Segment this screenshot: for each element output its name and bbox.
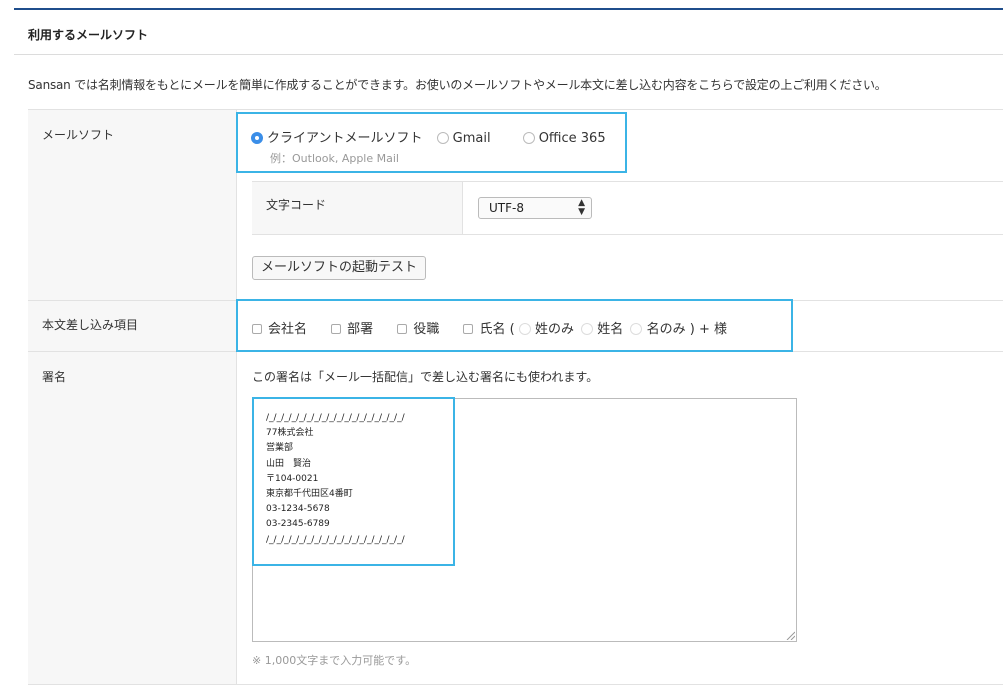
- select-arrows-icon: ▲ ▼: [578, 198, 585, 217]
- character-limit-note: ※ 1,000文字まで入力可能です。: [252, 654, 417, 667]
- merge-fields-label: 本文差し込み項目: [42, 318, 139, 332]
- checkbox-icon[interactable]: [331, 324, 342, 334]
- checkbox-company[interactable]: 会社名: [252, 322, 307, 337]
- charset-value: UTF-8: [489, 201, 524, 215]
- description-text: Sansan では名刺情報をもとにメールを簡単に作成することができます。お使いの…: [28, 78, 887, 92]
- mail-launch-test-button[interactable]: メールソフトの起動テスト: [252, 256, 427, 280]
- charset-table: 文字コード UTF-8 ▲ ▼: [252, 181, 1003, 235]
- resize-handle-icon[interactable]: [786, 631, 795, 640]
- radio-office365[interactable]: Office 365: [522, 131, 606, 146]
- signature-highlight: [252, 397, 455, 566]
- merge-fields-options: 会社名 部署 役職 氏名 ( 姓のみ 姓名 名のみ ) + 様: [252, 318, 727, 337]
- radio-gmail[interactable]: Gmail: [436, 131, 491, 146]
- radio-last-name-only[interactable]: 姓のみ: [518, 322, 574, 337]
- section-title: 利用するメールソフト: [28, 28, 149, 42]
- checkbox-icon[interactable]: [397, 324, 408, 334]
- radio-icon[interactable]: [522, 132, 535, 144]
- signature-note: この署名は「メール一括配信」で差し込む署名にも使われます。: [252, 370, 599, 384]
- radio-selected-icon[interactable]: [251, 132, 263, 144]
- mail-example-hint: 例：Outlook, Apple Mail: [270, 152, 399, 165]
- radio-icon[interactable]: [630, 323, 643, 335]
- top-rule: [14, 8, 1003, 10]
- paren-open: (: [509, 322, 515, 337]
- checkbox-title[interactable]: 役職: [397, 322, 439, 337]
- checkbox-icon[interactable]: [463, 324, 474, 334]
- label-column: [28, 110, 237, 684]
- signature-label: 署名: [42, 370, 67, 384]
- checkbox-name[interactable]: 氏名: [463, 322, 505, 337]
- radio-icon[interactable]: [436, 132, 449, 144]
- radio-full-name[interactable]: 姓名: [581, 322, 623, 337]
- divider: [14, 54, 1003, 55]
- honorific-suffix: ) + 様: [689, 322, 727, 337]
- mail-software-label: メールソフト: [42, 128, 115, 142]
- radio-icon[interactable]: [518, 323, 531, 335]
- radio-client-mail[interactable]: クライアントメールソフト: [251, 131, 422, 146]
- radio-first-name-only[interactable]: 名のみ: [630, 322, 686, 337]
- charset-label: 文字コード: [266, 198, 327, 212]
- checkbox-department[interactable]: 部署: [331, 322, 373, 337]
- charset-select[interactable]: UTF-8 ▲ ▼: [478, 197, 592, 219]
- mail-software-options: クライアントメールソフト Gmail Office 365: [251, 127, 616, 146]
- radio-icon[interactable]: [581, 323, 594, 335]
- checkbox-icon[interactable]: [252, 324, 262, 334]
